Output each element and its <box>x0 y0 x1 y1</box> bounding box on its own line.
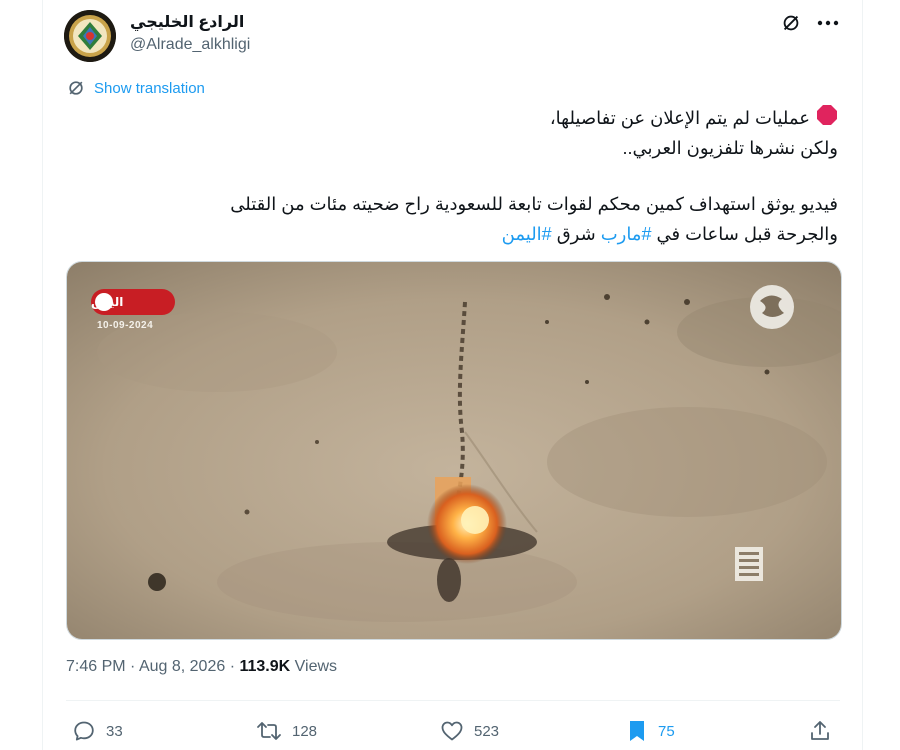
tweet-time[interactable]: 7:46 PM <box>66 658 126 675</box>
tweet-video[interactable]: اليمن 10-09-2024 <box>66 261 842 640</box>
video-frame <box>67 262 841 639</box>
bookmark-icon <box>630 721 644 741</box>
reply-count: 33 <box>106 722 123 740</box>
show-translation-label: Show translation <box>94 79 205 97</box>
retweet-count: 128 <box>292 722 318 740</box>
heart-icon <box>441 721 463 741</box>
show-translation-button[interactable]: Show translation <box>66 78 205 98</box>
views-label: Views <box>294 658 338 675</box>
more-icon[interactable] <box>814 10 842 36</box>
tweet-text-line1: عمليات لم يتم الإعلان عن تفاصيلها، <box>549 108 810 128</box>
reply-button[interactable]: 33 <box>72 716 123 746</box>
bookmark-count: 75 <box>658 722 675 740</box>
grok-icon[interactable] <box>778 10 804 36</box>
tweet-paragraph2-line1: فيديو يوثق استهداف كمين محكم لقوات تابعة… <box>230 194 838 214</box>
retweet-icon <box>257 722 281 740</box>
like-button[interactable]: 523 <box>440 716 499 746</box>
gulf-emblem-icon <box>64 10 116 62</box>
share-icon <box>811 721 829 740</box>
views-count: 113.9K <box>239 658 291 675</box>
user-handle[interactable]: @Alrade_alkhligi <box>130 36 250 54</box>
tweet-line-2: ولكن نشرها تلفزيون العربي.. <box>622 138 838 158</box>
tweet-date[interactable]: Aug 8, 2026 <box>139 658 225 675</box>
tweet-line-1: عمليات لم يتم الإعلان عن تفاصيلها، <box>62 103 838 135</box>
share-button[interactable] <box>808 716 832 746</box>
like-count: 523 <box>474 722 500 740</box>
meta-separator-2: · <box>229 658 236 675</box>
channel-logo-icon <box>750 285 794 329</box>
tweet-paragraph2-line2: والجرحة قبل ساعات في #مارب شرق #اليمن <box>62 219 838 249</box>
avatar[interactable] <box>64 10 116 62</box>
left-border <box>42 0 43 750</box>
tweet-text-segment-2: شرق <box>551 224 601 244</box>
retweet-button[interactable]: 128 <box>256 716 317 746</box>
channel-corner-icon <box>735 547 763 581</box>
hashtag-marib[interactable]: #مارب <box>601 224 652 244</box>
display-name[interactable]: الرادع الخليجي <box>130 12 244 32</box>
meta-separator: · <box>130 658 136 675</box>
translate-icon <box>69 81 83 95</box>
location-badge: اليمن <box>91 289 175 315</box>
bookmark-button[interactable]: 75 <box>626 716 675 746</box>
video-date: 10-09-2024 <box>97 320 154 331</box>
actions-divider <box>66 700 840 701</box>
reply-icon <box>74 721 94 741</box>
right-border <box>862 0 863 750</box>
tweet-meta: 7:46 PM · Aug 8, 2026 · 113.9K Views <box>66 658 337 676</box>
tweet-text-segment: والجرحة قبل ساعات في <box>651 224 838 244</box>
hashtag-yemen[interactable]: #اليمن <box>502 224 552 244</box>
play-dot-icon <box>95 293 113 311</box>
red-octagon-emoji <box>816 104 838 135</box>
